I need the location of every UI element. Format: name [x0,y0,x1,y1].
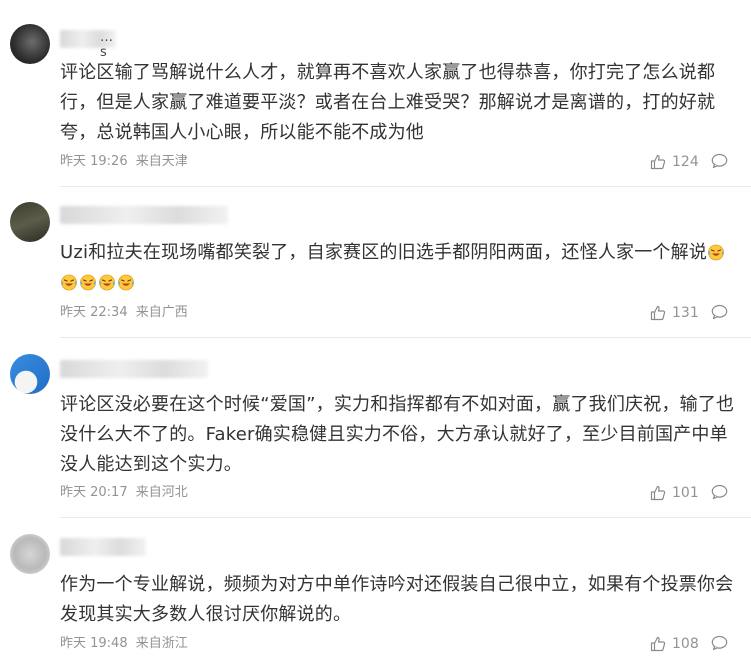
thumb-up-icon [650,485,666,501]
comment-text: 作为一个专业解说，频频为对方中单作诗吟对还假装自己很中立，如果有个投票你会发现其… [60,574,734,625]
like-button[interactable]: 101 [650,483,699,503]
comment-text: 评论区没必要在这个时候“爱国”，实力和指挥都有不如对面，赢了我们庆祝，输了也没什… [60,394,735,475]
username-text: …s [100,30,113,60]
like-button[interactable]: 124 [650,152,699,172]
reply-button[interactable] [711,635,729,655]
comment-text-content: Uzi和拉夫在现场嘴都笑裂了，自家赛区的旧选手都阴阳两面，还怪人家一个解说 [60,242,708,263]
like-count: 101 [672,485,699,501]
divider [60,186,751,187]
comment-meta: 昨天 20:17 来自河北 [60,483,192,503]
laughing-crying-emoji-icon [61,274,77,291]
laughing-crying-emoji-icon [118,274,134,291]
avatar[interactable] [10,354,50,394]
like-count: 124 [672,154,699,170]
comment-location: 来自广西 [135,305,188,320]
divider [60,517,751,518]
like-count: 131 [672,305,699,321]
reply-button[interactable] [711,484,729,504]
comment-meta: 昨天 22:34 来自广西 [60,303,192,323]
avatar[interactable] [10,24,50,64]
comment-time: 昨天 22:34 [60,305,128,320]
comment-bubble-icon [711,153,728,169]
comment-location: 来自天津 [135,154,188,169]
reply-button[interactable] [711,304,729,324]
laughing-crying-emoji-icon [99,274,115,291]
comment-time: 昨天 19:26 [60,154,128,169]
avatar[interactable] [10,202,50,242]
divider [60,337,751,338]
avatar[interactable] [10,534,50,574]
like-button[interactable]: 131 [650,303,699,323]
laughing-crying-emoji-icon [708,244,724,261]
thumb-up-icon [650,305,666,321]
comment-location: 来自河北 [135,485,188,500]
comment-meta: 昨天 19:48 来自浙江 [60,634,192,654]
comment-text: 评论区输了骂解说什么人才，就算再不喜欢人家赢了也得恭喜，你打完了怎么说都行，但是… [60,62,716,143]
comment-time: 昨天 20:17 [60,485,128,500]
comment-bubble-icon [711,304,728,320]
laughing-crying-emoji-icon [80,274,96,291]
comment-meta: 昨天 19:26 来自天津 [60,152,192,172]
like-count: 108 [672,636,699,652]
like-button[interactable]: 108 [650,634,699,654]
thumb-up-icon [650,154,666,170]
comment-time: 昨天 19:48 [60,636,128,651]
comment-location: 来自浙江 [135,636,188,651]
reply-button[interactable] [711,153,729,173]
comment-text: Uzi和拉夫在现场嘴都笑裂了，自家赛区的旧选手都阴阳两面，还怪人家一个解说 [60,238,740,298]
comment-bubble-icon [711,484,728,500]
thumb-up-icon [650,636,666,652]
comment-bubble-icon [711,635,728,651]
